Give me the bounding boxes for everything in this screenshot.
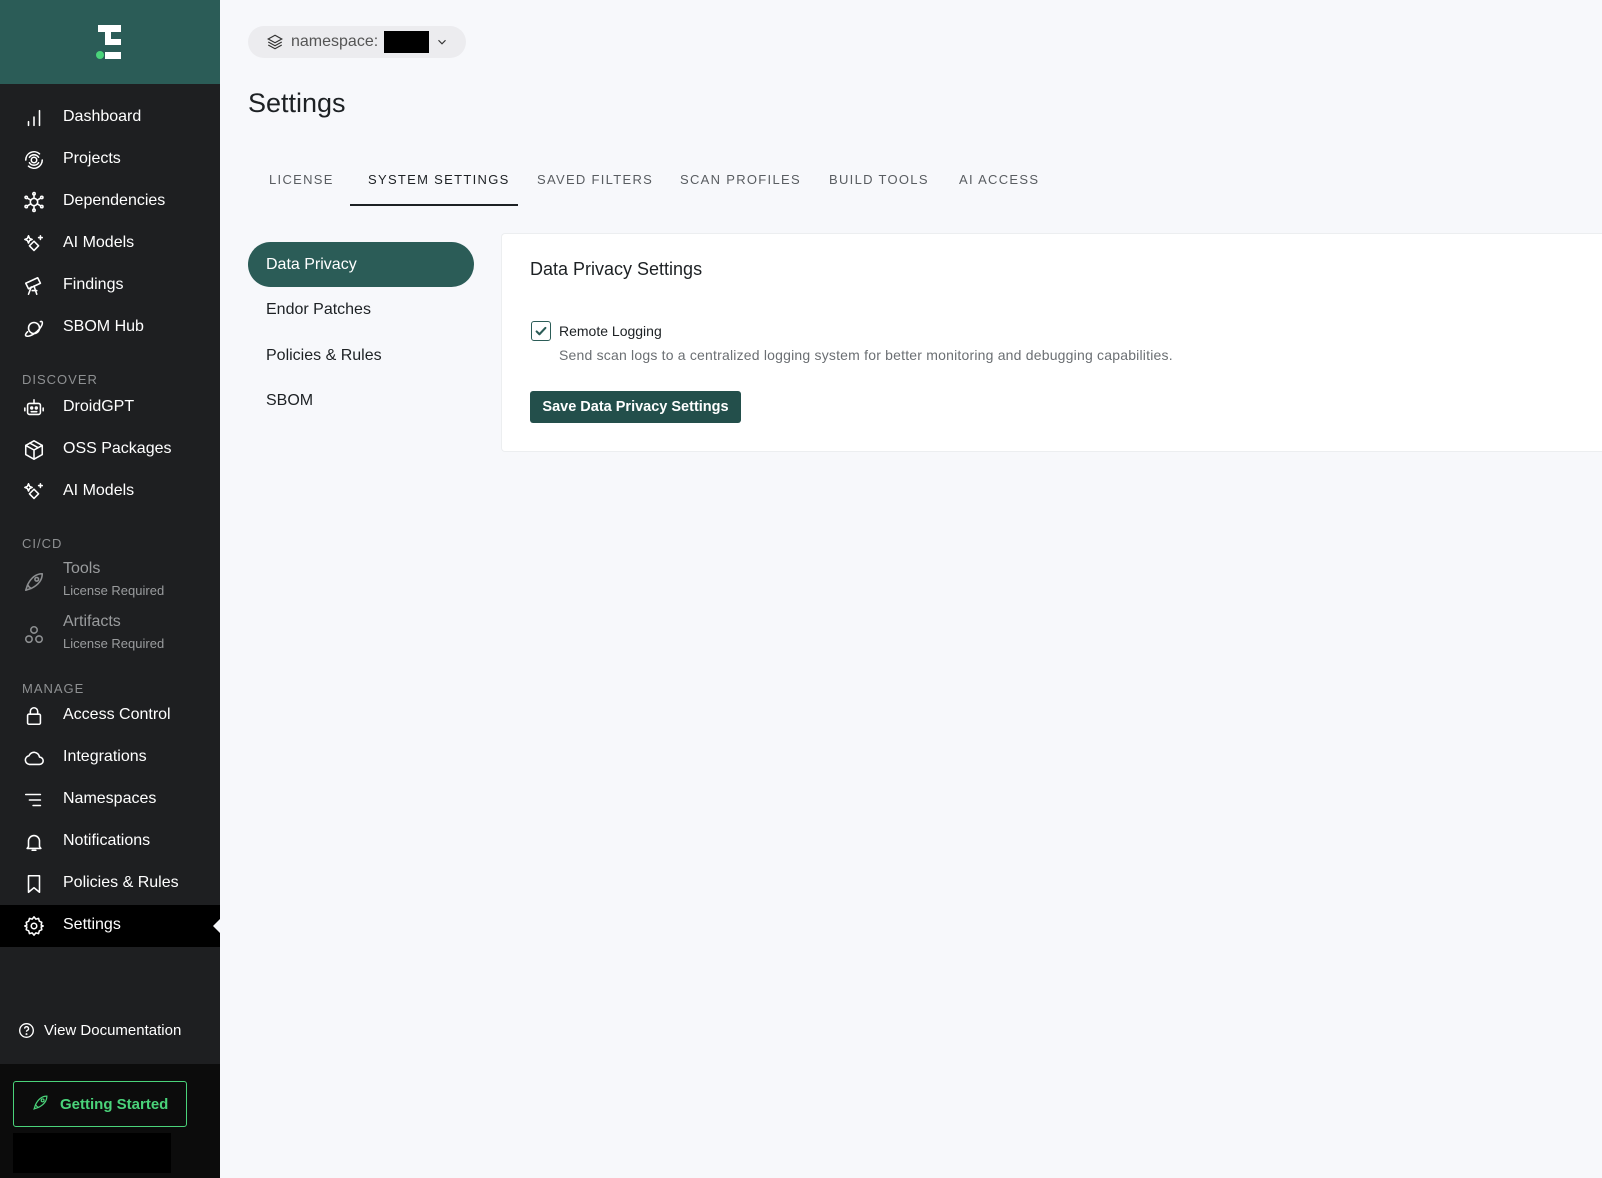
- redacted-block: [13, 1133, 171, 1173]
- artifacts-circles-icon: [22, 623, 46, 647]
- sidebar-item-label: Integrations: [63, 748, 147, 765]
- robot-icon: [22, 396, 46, 420]
- subnav-item-data-privacy[interactable]: Data Privacy: [248, 242, 474, 287]
- projects-swirl-icon: [22, 148, 46, 172]
- view-documentation-label: View Documentation: [44, 1022, 182, 1039]
- tab-system-settings[interactable]: SYSTEM SETTINGS: [368, 172, 510, 187]
- cloud-icon: [22, 746, 46, 770]
- tab-saved-filters[interactable]: SAVED FILTERS: [537, 172, 653, 187]
- license-required-note: License Required: [63, 636, 165, 651]
- sidebar-item-ai-models[interactable]: AI Models: [0, 223, 220, 265]
- sidebar-item-droidgpt[interactable]: DroidGPT: [0, 387, 220, 429]
- package-icon: [22, 438, 46, 462]
- remote-logging-label[interactable]: Remote Logging: [559, 323, 662, 339]
- sidebar-item-artifacts[interactable]: Artifacts License Required: [0, 608, 220, 662]
- planet-icon: [22, 316, 46, 340]
- remote-logging-description: Send scan logs to a centralized logging …: [559, 347, 1173, 363]
- license-required-note: License Required: [63, 583, 165, 598]
- tab-scan-profiles[interactable]: SCAN PROFILES: [680, 172, 801, 187]
- sidebar-item-namespaces[interactable]: Namespaces: [0, 779, 220, 821]
- sidebar-item-label: Dependencies: [63, 192, 166, 209]
- sidebar-item-label: AI Models: [63, 234, 135, 251]
- sidebar: Dashboard Projects Dependencies AI Model…: [0, 0, 221, 1178]
- sidebar-item-sbom-hub[interactable]: SBOM Hub: [0, 307, 220, 349]
- getting-started-label: Getting Started: [60, 1095, 169, 1113]
- sidebar-item-label: DroidGPT: [63, 398, 135, 415]
- dependencies-icon: [22, 190, 46, 214]
- sidebar-item-label: Projects: [63, 150, 121, 167]
- bar-chart-icon: [22, 106, 46, 130]
- active-indicator: [213, 918, 221, 934]
- sidebar-item-projects[interactable]: Projects: [0, 139, 220, 181]
- getting-started-button[interactable]: Getting Started: [13, 1081, 187, 1127]
- subnav-item-sbom[interactable]: SBOM: [248, 378, 474, 423]
- card-title: Data Privacy Settings: [530, 259, 703, 279]
- tab-license[interactable]: LICENSE: [269, 172, 334, 187]
- sidebar-item-tools[interactable]: Tools License Required: [0, 555, 220, 609]
- sidebar-item-label: OSS Packages: [63, 440, 172, 457]
- checkmark-icon: [535, 326, 547, 336]
- sidebar-item-notifications[interactable]: Notifications: [0, 821, 220, 863]
- sidebar-item-label: AI Models: [63, 482, 135, 499]
- view-documentation-link[interactable]: View Documentation: [18, 1022, 181, 1039]
- sidebar-item-dependencies[interactable]: Dependencies: [0, 181, 220, 223]
- section-label-cicd: CI/CD: [22, 536, 63, 551]
- subnav-item-policies-rules[interactable]: Policies & Rules: [248, 333, 474, 378]
- logo-icon: [96, 25, 121, 59]
- lock-icon: [22, 704, 46, 728]
- section-label-manage: MANAGE: [22, 681, 85, 696]
- sidebar-item-settings[interactable]: Settings: [0, 905, 221, 947]
- namespaces-lines-icon: [22, 788, 46, 812]
- bell-icon: [22, 830, 46, 854]
- sidebar-item-label: Tools: [63, 560, 101, 577]
- active-tab-underline: [350, 204, 518, 206]
- rocket-icon: [22, 570, 46, 594]
- ai-sparkle-icon: [22, 480, 46, 504]
- namespace-value-redacted: [384, 31, 430, 53]
- sidebar-item-oss-packages[interactable]: OSS Packages: [0, 429, 220, 471]
- sidebar-item-label: Dashboard: [63, 108, 142, 125]
- sidebar-item-label: SBOM Hub: [63, 318, 144, 335]
- bookmark-icon: [22, 872, 46, 896]
- tab-ai-access[interactable]: AI ACCESS: [959, 172, 1039, 187]
- rocket-icon: [33, 1095, 48, 1110]
- save-data-privacy-button[interactable]: Save Data Privacy Settings: [530, 391, 741, 423]
- tab-build-tools[interactable]: BUILD TOOLS: [829, 172, 929, 187]
- gear-icon: [22, 914, 46, 938]
- sidebar-item-label: Findings: [63, 276, 124, 293]
- telescope-icon: [22, 274, 46, 298]
- sidebar-item-dashboard[interactable]: Dashboard: [0, 97, 220, 139]
- namespace-label: namespace:: [291, 33, 379, 50]
- sidebar-item-findings[interactable]: Findings: [0, 265, 220, 307]
- layers-icon: [267, 34, 283, 50]
- sidebar-item-label: Artifacts: [63, 613, 121, 630]
- data-privacy-card: Data Privacy Settings Remote Logging Sen…: [501, 233, 1602, 452]
- sidebar-item-policies-rules[interactable]: Policies & Rules: [0, 863, 220, 905]
- sidebar-item-access-control[interactable]: Access Control: [0, 695, 220, 737]
- sidebar-item-label: Policies & Rules: [63, 874, 179, 891]
- sidebar-item-label: Settings: [63, 916, 121, 933]
- section-label-discover: DISCOVER: [22, 372, 98, 387]
- sidebar-item-label: Notifications: [63, 832, 151, 849]
- namespace-selector[interactable]: namespace:: [248, 26, 466, 58]
- ai-sparkle-icon: [22, 232, 46, 256]
- endor-logo[interactable]: [0, 0, 220, 84]
- subnav-item-endor-patches[interactable]: Endor Patches: [248, 287, 474, 332]
- chevron-down-icon: [438, 39, 447, 45]
- sidebar-item-label: Access Control: [63, 706, 171, 723]
- help-circle-icon: [19, 1023, 34, 1038]
- page-title: Settings: [248, 88, 346, 118]
- sidebar-item-discover-ai-models[interactable]: AI Models: [0, 471, 220, 513]
- sidebar-item-label: Namespaces: [63, 790, 157, 807]
- remote-logging-checkbox[interactable]: [531, 321, 551, 341]
- sidebar-item-integrations[interactable]: Integrations: [0, 737, 220, 779]
